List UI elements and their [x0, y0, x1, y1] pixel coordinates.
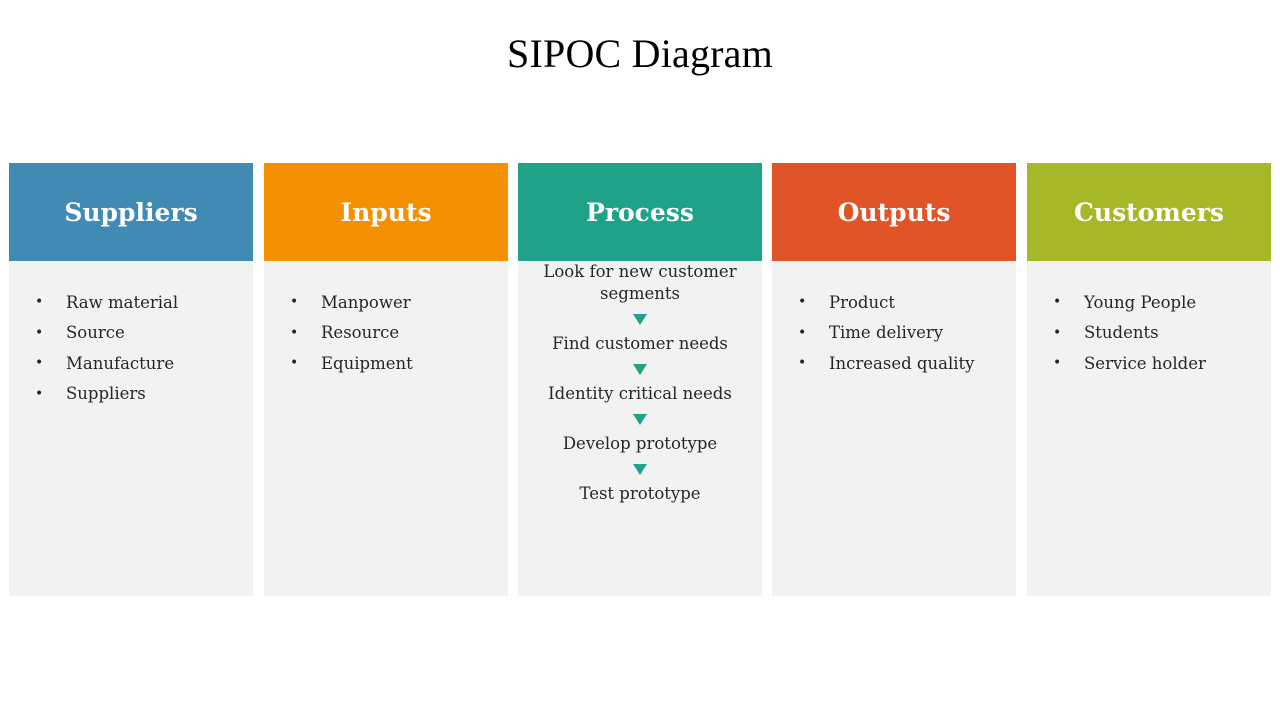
bullet-icon: • [35, 294, 44, 311]
down-triangle-icon [633, 464, 647, 475]
process-step: Develop prototype [562, 434, 718, 453]
column-header: Process [518, 163, 762, 261]
column-header: Suppliers [9, 163, 253, 261]
list-item: • Equipment [290, 353, 413, 373]
list-item: • Increased quality [798, 353, 975, 373]
column-heading: Process [586, 197, 694, 227]
sipoc-columns: Suppliers • Raw material • Source • Manufac… [9, 163, 1271, 596]
list-item: • Young People [1053, 292, 1197, 312]
down-triangle-icon [633, 314, 647, 325]
bullet-icon: • [290, 294, 299, 311]
down-triangle-icon [633, 364, 647, 375]
column-outputs: Outputs • Product • Time delivery • Increas… [772, 163, 1016, 596]
column-heading: Outputs [837, 197, 951, 227]
item-list: • Raw material • Source • Manufacture • Supp… [9, 287, 253, 409]
down-triangle-icon [633, 414, 647, 425]
list-item: • Source [35, 323, 125, 343]
list-item: • Raw material [35, 292, 179, 312]
bullet-icon: • [1053, 294, 1062, 311]
bullet-icon: • [35, 385, 44, 402]
bullet-icon: • [1053, 324, 1062, 341]
column-heading: Inputs [340, 197, 432, 227]
bullet-icon: • [798, 324, 807, 341]
list-item: • Service holder [1053, 353, 1206, 373]
column-heading: Suppliers [64, 197, 198, 227]
process-step: Identity critical needs [548, 384, 732, 403]
column-customers: Customers • Young People • Students • Servi… [1027, 163, 1271, 596]
bullet-icon: • [35, 355, 44, 372]
process-flow: Look for new customer segments Find cust… [518, 261, 762, 505]
list-item: • Suppliers [35, 384, 146, 404]
bullet-icon: • [798, 355, 807, 372]
bullet-icon: • [35, 324, 44, 341]
process-step: Test prototype [579, 484, 701, 503]
column-header: Outputs [772, 163, 1016, 261]
slide-title: SIPOC Diagram [507, 31, 773, 76]
column-heading: Customers [1074, 197, 1224, 227]
list-item: • Students [1053, 323, 1159, 343]
list-item: • Time delivery [798, 323, 944, 343]
bullet-icon: • [290, 355, 299, 372]
column-suppliers: Suppliers • Raw material • Source • Manufac… [9, 163, 253, 596]
bullet-icon: • [290, 324, 299, 341]
list-item: • Manufacture [35, 353, 175, 373]
column-header: Inputs [264, 163, 508, 261]
column-header: Customers [1027, 163, 1271, 261]
bullet-icon: • [1053, 355, 1062, 372]
process-step: Find customer needs [552, 334, 728, 353]
column-process: Process Look for new customer segments F… [518, 163, 762, 596]
item-list: • Manpower • Resource • Equipment [264, 287, 508, 379]
item-list: • Product • Time delivery • Increased quali… [772, 287, 1016, 379]
list-item: • Product [798, 292, 895, 312]
column-inputs: Inputs • Manpower • Resource • Equipment [264, 163, 508, 596]
list-item: • Resource [290, 323, 400, 343]
item-list: • Young People • Students • Service holder [1027, 287, 1271, 379]
list-item: • Manpower [290, 292, 411, 312]
process-step: Look for new customer segments [543, 262, 737, 303]
bullet-icon: • [798, 294, 807, 311]
